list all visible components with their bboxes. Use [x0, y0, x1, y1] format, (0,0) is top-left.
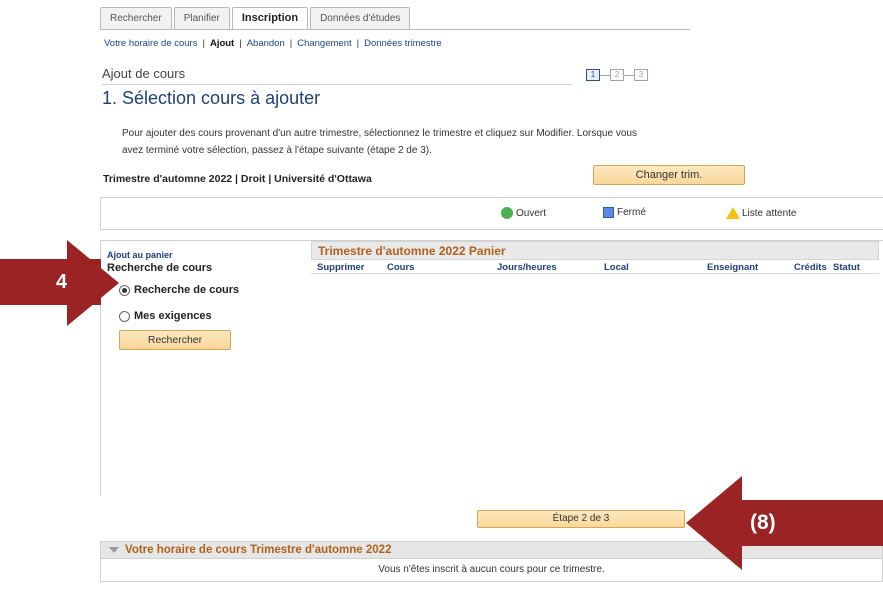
term-label: Trimestre d'automne 2022 | Droit | Unive…: [103, 173, 372, 185]
tab-bar: Rechercher Planifier Inscription Données…: [100, 7, 411, 29]
closed-status-icon: [603, 207, 614, 218]
radio-unchecked-icon[interactable]: [119, 310, 130, 322]
col-room: Local: [604, 262, 629, 273]
add-to-cart-label: Ajout au panier: [107, 250, 173, 260]
waitlist-status-icon: [726, 207, 740, 219]
schedule-empty-message: Vous n'êtes inscrit à aucun cours pour c…: [100, 559, 883, 582]
step-indicator: 1 2 3: [586, 69, 648, 81]
col-instructor: Enseignant: [707, 262, 759, 273]
schedule-panel: Votre horaire de cours Trimestre d'autom…: [100, 541, 883, 582]
cart-title: Trimestre d'automne 2022 Panier: [311, 241, 879, 260]
tab-academic-data[interactable]: Données d'études: [310, 7, 411, 29]
col-status: Statut: [833, 262, 860, 273]
page-title: 1. Sélection cours à ajouter: [102, 88, 321, 108]
tab-search[interactable]: Rechercher: [100, 7, 172, 29]
next-step-button[interactable]: Étape 2 de 3: [477, 510, 685, 528]
col-course: Cours: [387, 262, 415, 273]
section-title: Ajout de cours: [102, 66, 186, 81]
subnav-drop-link[interactable]: Abandon: [247, 38, 285, 49]
status-legend: Ouvert Fermé Liste attente: [100, 197, 883, 230]
title-divider: [102, 84, 572, 85]
subnav-schedule-link[interactable]: Votre horaire de cours: [104, 38, 197, 49]
search-heading: Recherche de cours: [107, 262, 213, 274]
shopping-cart: Trimestre d'automne 2022 Panier Supprime…: [311, 241, 879, 274]
radio-checked-icon[interactable]: [119, 284, 130, 296]
radio-course-search[interactable]: Recherche de cours: [119, 284, 239, 296]
subnav: Votre horaire de cours | Ajout | Abandon…: [104, 38, 442, 49]
cart-header-row: Supprimer Cours Jours/heures Local Ensei…: [311, 260, 879, 274]
step-2-icon: 2: [610, 69, 624, 81]
subnav-swap-link[interactable]: Changement: [297, 38, 351, 49]
step-1-icon: 1: [586, 69, 600, 81]
change-term-button[interactable]: Changer trim.: [593, 165, 745, 185]
course-search-panel: Ajout au panier Recherche de cours Reche…: [107, 250, 239, 350]
subnav-add-link[interactable]: Ajout: [210, 38, 234, 49]
instructions-text: Pour ajouter des cours provenant d'un au…: [122, 128, 637, 156]
legend-closed: Fermé: [603, 207, 646, 218]
open-status-icon: [501, 207, 513, 219]
tab-enrollment[interactable]: Inscription: [231, 7, 309, 29]
col-days-times: Jours/heures: [497, 262, 557, 273]
subnav-term-data-link[interactable]: Données trimestre: [364, 38, 442, 49]
collapse-icon[interactable]: [109, 547, 119, 553]
search-button[interactable]: Rechercher: [119, 330, 231, 350]
legend-open: Ouvert: [501, 207, 546, 219]
annotation-arrow-8: (8): [742, 500, 883, 546]
step-3-icon: 3: [634, 69, 648, 81]
tab-divider: [100, 29, 690, 30]
legend-waitlist: Liste attente: [726, 207, 796, 219]
col-credits: Crédits: [794, 262, 827, 273]
annotation-arrowhead-8: [686, 476, 742, 570]
tab-plan[interactable]: Planifier: [173, 7, 230, 29]
col-delete: Supprimer: [317, 262, 365, 273]
radio-my-requirements[interactable]: Mes exigences: [119, 310, 239, 322]
annotation-arrowhead-4: [67, 240, 119, 326]
